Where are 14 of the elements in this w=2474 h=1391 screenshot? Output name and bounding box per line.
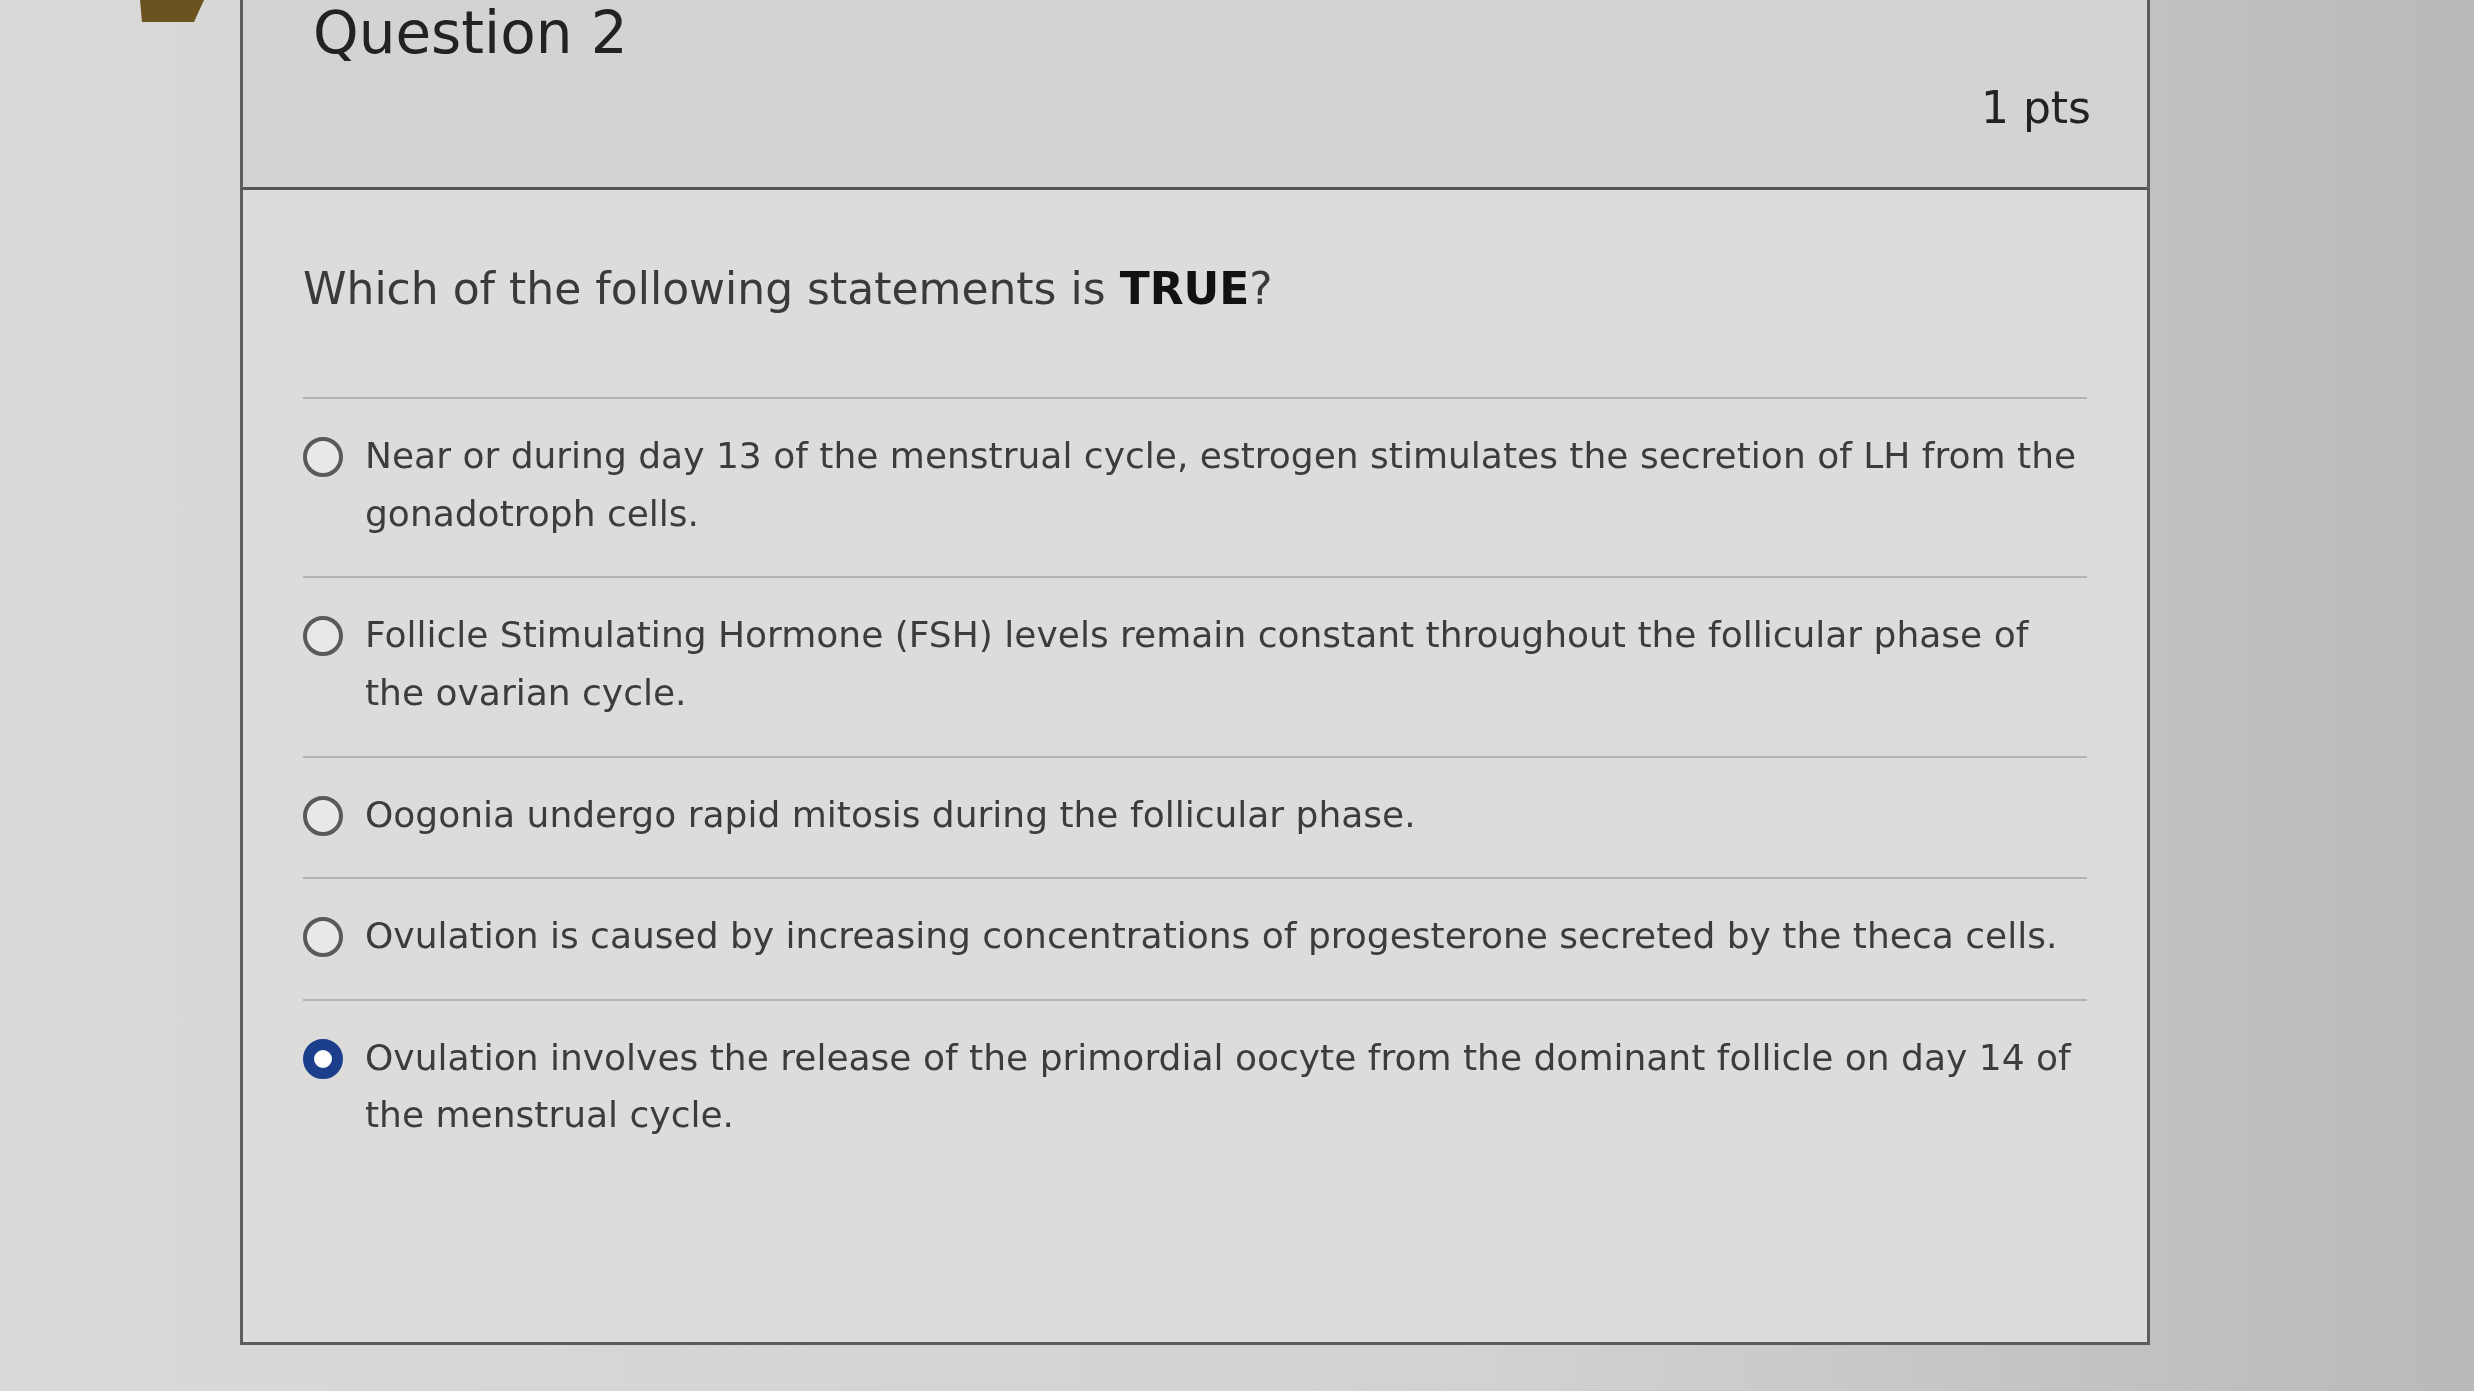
radio-button[interactable]	[303, 917, 343, 958]
answer-label[interactable]: Ovulation is caused by increasing concentrations of progesterone secreted by the theca cells.	[365, 907, 2058, 965]
answer-label[interactable]: Oogonia undergo rapid mitosis during the follicular phase.	[365, 785, 1416, 844]
answer-label[interactable]: Near or during day 13 of the menstrual cycle, estrogen stimulates the secretion of LH from the gonadotroph cells.	[365, 427, 2087, 543]
answer-label[interactable]: Ovulation involves the release of the primordial oocyte from the dominant follicle on day 14 of the menstrual cycle.	[365, 1028, 2087, 1144]
question-text: Which of the following statements is TRUE?	[303, 263, 1273, 314]
radio-button[interactable]	[303, 616, 343, 657]
radio-button[interactable]	[303, 795, 343, 836]
answer-label[interactable]: Follicle Stimulating Hormone (FSH) levels remain constant throughout the follicular phase of the ovarian cycle.	[365, 606, 2087, 722]
radio-button[interactable]	[303, 437, 343, 478]
points-label: 1 pts	[1980, 82, 2091, 135]
question-title: Question 2	[313, 0, 628, 67]
radio-button[interactable]	[303, 1038, 343, 1079]
flag-icon[interactable]	[140, 0, 204, 22]
